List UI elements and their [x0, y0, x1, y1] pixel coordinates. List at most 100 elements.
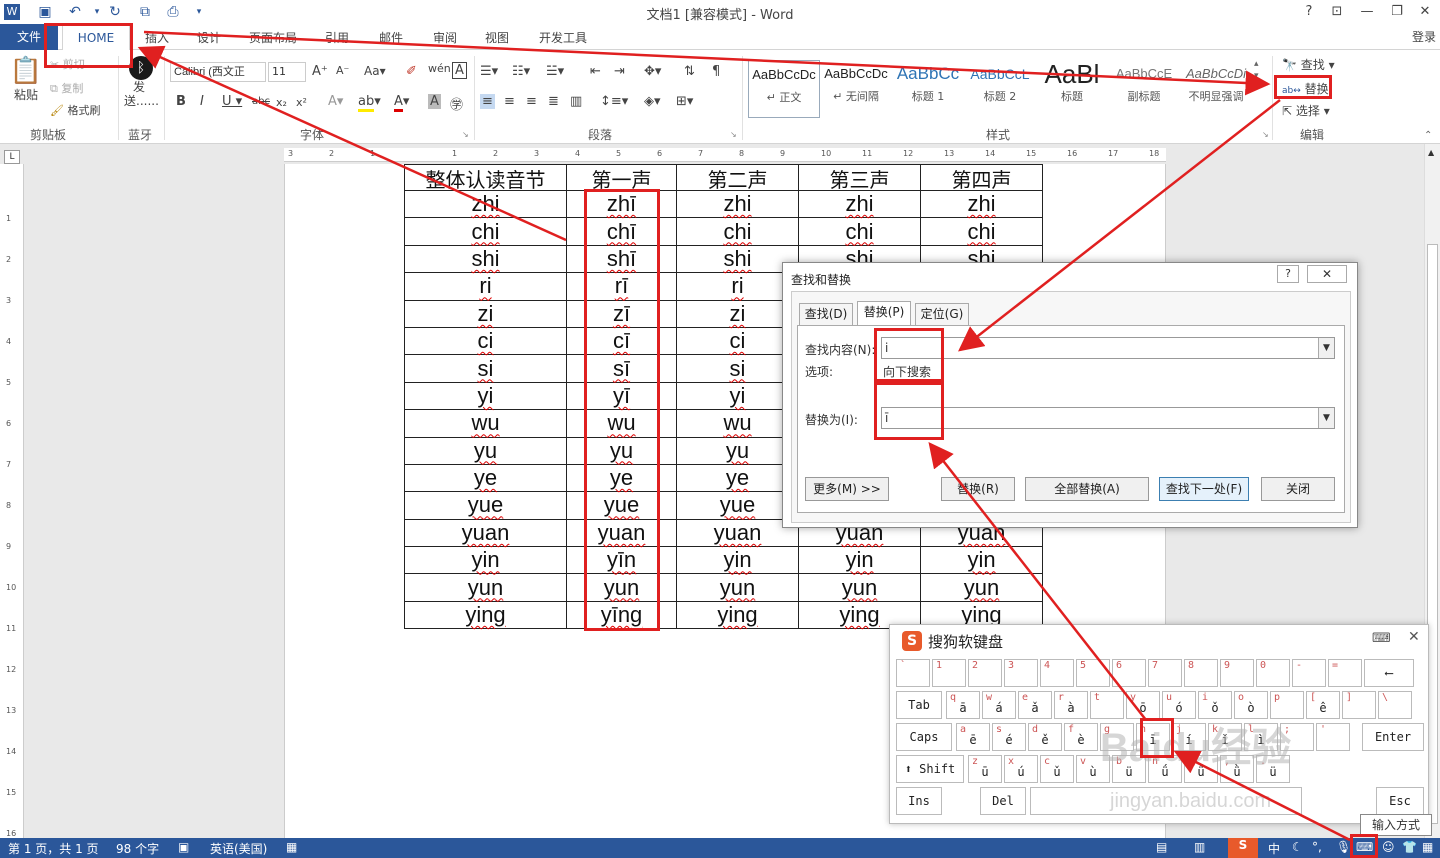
table-cell[interactable]: ci: [404, 326, 567, 356]
replace-button[interactable]: 替换(R): [941, 477, 1015, 501]
font-size-select[interactable]: 11: [268, 62, 306, 82]
key[interactable]: 0: [1256, 659, 1290, 687]
table-cell[interactable]: chi: [676, 217, 799, 246]
key[interactable]: eǎ: [1018, 691, 1052, 719]
table-cell[interactable]: yin: [676, 546, 799, 575]
chevron-down-icon[interactable]: ▼: [1318, 338, 1334, 358]
table-cell[interactable]: yin: [798, 546, 921, 575]
print-layout-icon[interactable]: ▥: [1194, 840, 1205, 854]
tab-insert[interactable]: 插入: [142, 28, 172, 48]
backspace-key[interactable]: ⟵: [1364, 659, 1414, 687]
find-next-button[interactable]: 查找下一处(F): [1159, 477, 1249, 501]
key[interactable]: wá: [982, 691, 1016, 719]
style-heading2[interactable]: AaBbCcL 标题 2: [964, 60, 1036, 118]
key[interactable]: qā: [946, 691, 980, 719]
styles-dialog-launcher-icon[interactable]: ↘: [1262, 130, 1269, 139]
moon-icon[interactable]: ☾: [1292, 840, 1303, 854]
shift-key[interactable]: ⬆ Shift: [896, 755, 964, 783]
find-what-input[interactable]: i ▼: [881, 337, 1335, 359]
table-cell[interactable]: shī: [566, 244, 677, 274]
tab-home[interactable]: HOME: [62, 24, 130, 50]
key[interactable]: 1: [932, 659, 966, 687]
vertical-ruler[interactable]: 1 2 3 4 5 6 7 8 9 10 11 12 13 14 15 16: [0, 164, 24, 838]
skin-icon[interactable]: 👕: [1402, 840, 1417, 854]
word-count[interactable]: 98 个字: [116, 840, 159, 857]
key[interactable]: 3: [1004, 659, 1038, 687]
table-cell[interactable]: yu: [566, 436, 677, 465]
table-cell[interactable]: si: [676, 354, 799, 383]
table-cell[interactable]: yuan: [676, 518, 799, 548]
paragraph-dialog-launcher-icon[interactable]: ↘: [730, 130, 737, 139]
table-header-cell[interactable]: 第二声: [676, 164, 799, 191]
table-cell[interactable]: yuan: [566, 518, 677, 548]
restore-button[interactable]: ❐: [1386, 2, 1408, 22]
numbering-icon[interactable]: ☷▾: [512, 64, 530, 79]
show-marks-icon[interactable]: ¶: [712, 64, 720, 79]
tab-design[interactable]: 设计: [194, 28, 224, 48]
key[interactable]: xú: [1004, 755, 1038, 783]
microphone-icon[interactable]: 🎙: [1336, 840, 1351, 854]
table-cell[interactable]: chi: [798, 217, 921, 246]
table-cell[interactable]: zhī: [566, 189, 677, 219]
table-cell[interactable]: chi: [920, 217, 1043, 246]
paste-button[interactable]: 📋 粘贴: [8, 56, 44, 103]
table-header-cell[interactable]: 整体认读音节: [404, 164, 567, 191]
key[interactable]: [ê: [1306, 691, 1340, 719]
tab-find[interactable]: 查找(D): [799, 303, 853, 325]
macro-icon[interactable]: ▦: [286, 840, 297, 854]
page-count[interactable]: 第 1 页，共 1 页: [8, 840, 99, 857]
punctuation-icon[interactable]: °,: [1312, 840, 1322, 854]
enter-key[interactable]: Enter: [1362, 723, 1424, 751]
table-cell[interactable]: zī: [566, 299, 677, 328]
table-cell[interactable]: ri: [676, 272, 799, 301]
key[interactable]: aē: [956, 723, 990, 751]
tab-mailings[interactable]: 邮件: [376, 28, 406, 48]
caps-key[interactable]: Caps: [896, 723, 952, 751]
replace-button[interactable]: ab↔ 替换: [1282, 80, 1329, 97]
tab-replace[interactable]: 替换(P): [857, 301, 911, 326]
chinese-layout-icon[interactable]: ✥▾: [644, 64, 661, 79]
copy-button[interactable]: ⧉ 复制: [50, 80, 83, 96]
table-cell[interactable]: yun: [676, 573, 799, 602]
tab-selector-icon[interactable]: L: [4, 150, 20, 164]
replace-all-button[interactable]: 全部替换(A): [1025, 477, 1149, 501]
key[interactable]: cǔ: [1040, 755, 1074, 783]
phonetic-guide-icon[interactable]: wén: [428, 62, 451, 75]
table-cell[interactable]: chī: [566, 217, 677, 246]
ins-key[interactable]: Ins: [896, 787, 942, 815]
scroll-up-icon[interactable]: ▲: [1428, 148, 1434, 157]
line-spacing-icon[interactable]: ↕≡▾: [600, 94, 628, 109]
user-icon[interactable]: ☺: [1382, 840, 1395, 854]
login-link[interactable]: 登录: [1412, 28, 1436, 45]
grow-font-icon[interactable]: A⁺: [312, 64, 328, 79]
align-left-icon[interactable]: ≡: [480, 94, 495, 109]
key[interactable]: ': [1316, 723, 1350, 751]
table-cell[interactable]: ye: [566, 463, 677, 493]
tab-developer[interactable]: 开发工具: [536, 28, 590, 48]
style-title[interactable]: AaBl 标题: [1036, 60, 1108, 118]
tab-references[interactable]: 引用: [322, 28, 352, 48]
table-cell[interactable]: wu: [404, 409, 567, 438]
shading-icon[interactable]: ◈▾: [644, 94, 661, 109]
sort-icon[interactable]: ⇅: [684, 64, 695, 79]
increase-indent-icon[interactable]: ⇥: [614, 64, 625, 79]
table-cell[interactable]: wu: [566, 409, 677, 438]
tab-goto[interactable]: 定位(G): [915, 303, 969, 325]
chevron-down-icon[interactable]: ▼: [1318, 408, 1334, 428]
more-button[interactable]: 更多(M) >>: [805, 477, 889, 501]
borders-icon[interactable]: ⊞▾: [676, 94, 693, 109]
tab-layout[interactable]: 页面布局: [246, 28, 300, 48]
table-cell[interactable]: rī: [566, 272, 677, 301]
key[interactable]: dě: [1028, 723, 1062, 751]
horizontal-ruler[interactable]: 3 2 1 1 2 3 4 5 6 7 8 9 10 11 12 13 14 15 16 17 18: [284, 148, 1166, 162]
close-window-button[interactable]: ✕: [1414, 2, 1436, 22]
bullets-icon[interactable]: ☰▾: [480, 64, 498, 79]
font-name-select[interactable]: Calibri (西文正: [170, 62, 266, 82]
distribute-icon[interactable]: ▥: [570, 94, 582, 109]
table-header-cell[interactable]: 第一声: [566, 164, 677, 191]
strikethrough-icon[interactable]: abc: [252, 96, 270, 107]
key[interactable]: `: [896, 659, 930, 687]
key[interactable]: 5: [1076, 659, 1110, 687]
table-cell[interactable]: yīn: [566, 546, 677, 575]
keyboard-close-icon[interactable]: ✕: [1408, 629, 1420, 645]
